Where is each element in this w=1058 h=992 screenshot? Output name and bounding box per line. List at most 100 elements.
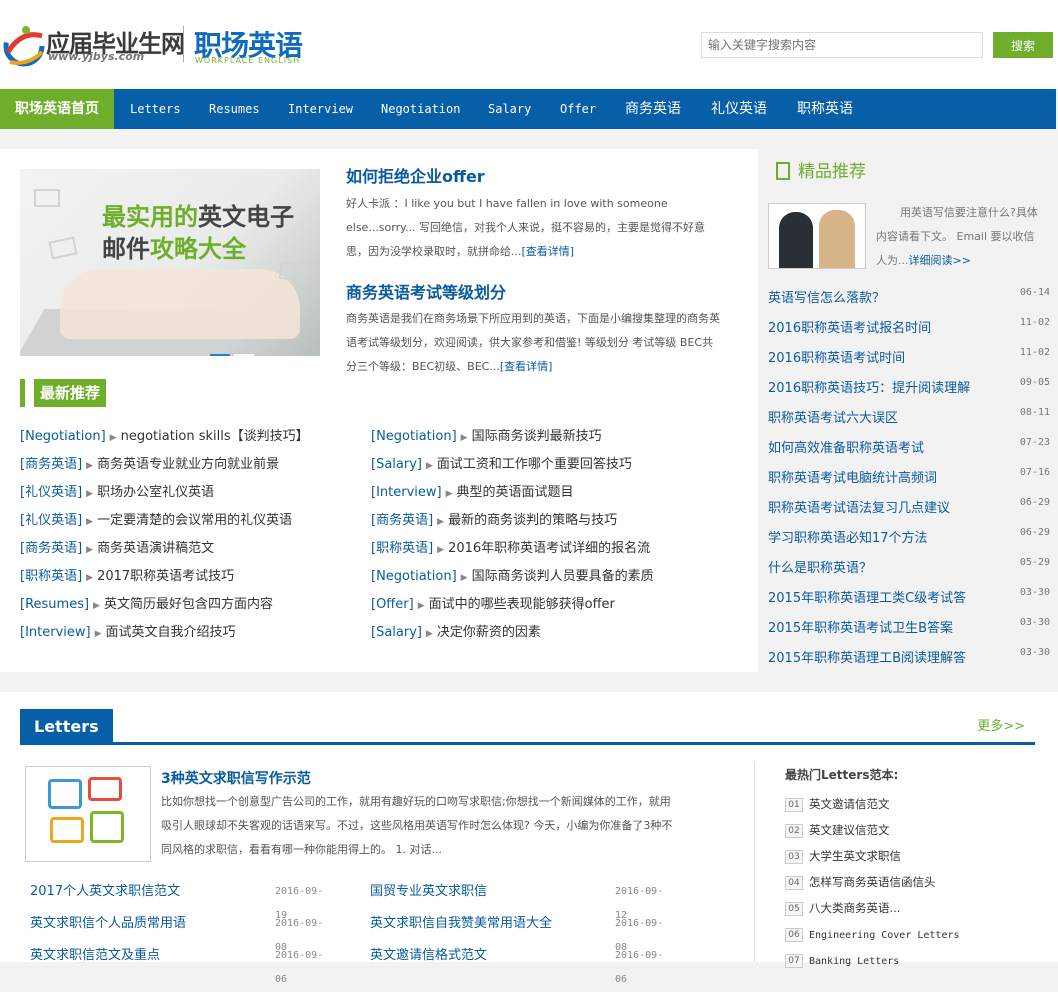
featured-article-title[interactable]: 如何拒绝企业offer [346, 163, 485, 187]
detail-read-link[interactable]: 详细阅读>> [909, 254, 971, 267]
list-item[interactable]: [职称英语] ▶ 2017职称英语考试技巧 [20, 563, 309, 591]
chat-bubble-icon [48, 779, 82, 809]
logo-swirl-icon [3, 25, 45, 67]
list-item[interactable]: 06 Engineering Cover Letters [785, 922, 1045, 948]
letters-header: Letters 更多>> [20, 709, 1035, 745]
list-item[interactable]: 如何高效准备职称英语考试 07-23 [768, 433, 1050, 463]
letters-featured-thumbnail[interactable] [25, 766, 151, 862]
list-item[interactable]: [Negotiation] ▶ 国际商务谈判最新技巧 [371, 423, 654, 451]
list-item[interactable]: 英语写信怎么落款？ 06-14 [768, 283, 1050, 313]
banner-dot[interactable] [234, 354, 254, 356]
nav-etiquette-english[interactable]: 礼仪英语 [711, 89, 767, 129]
list-item[interactable]: [Interview] ▶ 典型的英语面试题目 [371, 479, 654, 507]
list-item[interactable]: [Negotiation] ▶ negotiation skills【谈判技巧】 [20, 423, 309, 451]
section-title: Letters [20, 709, 113, 745]
chat-bubble-icon [90, 811, 124, 843]
main-content: 最实用的英文电子 邮件攻略大全 如何拒绝企业offer 好人卡派 ：I like… [0, 149, 758, 672]
search-button[interactable]: 搜索 [993, 32, 1053, 58]
letters-featured-summary: 比如你想找一个创意型广告公司的工作，就用有趣好玩的口吻写求职信;你想找一个新闻媒… [161, 795, 673, 856]
nav-negotiation[interactable]: Negotiation [381, 89, 460, 129]
sidebar-recommended: 精品推荐 用英语写信要注意什么?具体内容请看下文。 Email 要以收信人为..… [758, 149, 1058, 672]
envelope-icon [48, 236, 78, 260]
list-item[interactable]: 国贸专业英文求职信 2016-09-12 [370, 880, 670, 921]
sidebar-header: 精品推荐 [776, 159, 866, 185]
list-item[interactable]: 03 大学生英文求职信 [785, 844, 1045, 870]
arrow-right-icon: ▶ [437, 545, 445, 555]
nav-title-english[interactable]: 职称英语 [797, 89, 853, 129]
nav-business-english[interactable]: 商务英语 [625, 89, 681, 129]
letters-section: Letters 更多>> 3种英文求职信写作示范 比如你想找一个创意型广告公司的… [0, 692, 1058, 985]
list-item[interactable]: 2016职称英语考试时间 11-02 [768, 343, 1050, 373]
column-divider [754, 762, 755, 962]
list-item[interactable]: 05 八大类商务英语... [785, 896, 1045, 922]
list-item[interactable]: [Resumes] ▶ 英文简历最好包含四方面内容 [20, 591, 309, 619]
list-item[interactable]: 英文求职信个人品质常用语 2016-09-08 [30, 912, 330, 953]
arrow-right-icon: ▶ [94, 629, 102, 639]
list-item[interactable]: 学习职称英语必知17个方法 06-29 [768, 523, 1050, 553]
nav-salary[interactable]: Salary [488, 89, 531, 129]
list-item[interactable]: 2017个人英文求职信范文 2016-09-19 [30, 880, 330, 921]
site-logo[interactable]: 应届毕业生网 www.yjbys.com 职场英语 WORKPLACE ENGL… [2, 22, 314, 68]
list-item[interactable]: 2016职称英语技巧：提升阅读理解 09-05 [768, 373, 1050, 403]
arrow-right-icon: ▶ [93, 601, 100, 611]
list-item[interactable]: [职称英语] ▶ 2016年职称英语考试详细的报名流 [371, 535, 654, 563]
list-item[interactable]: 职称英语考试电脑统计高频词 07-16 [768, 463, 1050, 493]
list-item[interactable]: 职称英语考试语法复习几点建议 06-29 [768, 493, 1050, 523]
person-image [779, 212, 813, 268]
list-item[interactable]: [Offer] ▶ 面试中的哪些表现能够获得offer [371, 591, 654, 619]
banner-dot-active[interactable] [210, 354, 230, 356]
list-item[interactable]: [商务英语] ▶ 商务英语演讲稿范文 [20, 535, 309, 563]
list-item[interactable]: [Negotiation] ▶ 国际商务谈判人员要具备的素质 [371, 563, 654, 591]
featured-article-title[interactable]: 商务英语考试等级划分 [346, 279, 506, 303]
arrow-right-icon: ▶ [86, 517, 94, 527]
list-item[interactable]: [礼仪英语] ▶ 职场办公室礼仪英语 [20, 479, 309, 507]
list-item[interactable]: 02 英文建议信范文 [785, 818, 1045, 844]
logo-url: www.yjbys.com [48, 50, 145, 63]
list-item[interactable]: [Salary] ▶ 决定你薪资的因素 [371, 619, 654, 647]
list-item[interactable]: [Interview] ▶ 面试英文自我介绍技巧 [20, 619, 309, 647]
list-item[interactable]: 04 怎样写商务英语信函信头 [785, 870, 1045, 896]
nav-home[interactable]: 职场英语首页 [0, 89, 114, 129]
list-item[interactable]: [Salary] ▶ 面试工资和工作哪个重要回答技巧 [371, 451, 654, 479]
sidebar-thumbnail[interactable] [768, 203, 866, 269]
list-item[interactable]: 2015年职称英语理工类C级考试答 03-30 [768, 583, 1050, 613]
read-more-link[interactable]: [查看详情] [500, 360, 553, 373]
list-item[interactable]: [商务英语] ▶ 最新的商务谈判的策略与技巧 [371, 507, 654, 535]
featured-article-summary: 好人卡派 ：I like you but I have fallen in lo… [346, 197, 706, 258]
search-input[interactable] [701, 32, 983, 58]
arrow-right-icon: ▶ [425, 629, 433, 639]
list-item[interactable]: 2016职称英语考试报名时间 11-02 [768, 313, 1050, 343]
arrow-right-icon: ▶ [109, 433, 117, 443]
list-item[interactable]: 2015年职称英语考试卫生B答案 03-30 [768, 613, 1050, 643]
list-item[interactable]: 英文邀请信格式范文 2016-09-06 [370, 944, 670, 985]
site-header: 应届毕业生网 www.yjbys.com 职场英语 WORKPLACE ENGL… [0, 0, 1058, 89]
list-item[interactable]: 英文求职信范文及重点 2016-09-06 [30, 944, 330, 985]
more-link[interactable]: 更多>> [977, 715, 1025, 734]
arrow-right-icon: ▶ [460, 433, 468, 443]
nav-resumes[interactable]: Resumes [209, 89, 260, 129]
list-item[interactable]: 职称英语考试六大误区 08-11 [768, 403, 1050, 433]
arrow-right-icon: ▶ [460, 573, 468, 583]
banner-slideshow[interactable]: 最实用的英文电子 邮件攻略大全 [20, 169, 320, 356]
nav-interview[interactable]: Interview [288, 89, 353, 129]
list-item[interactable]: 2015年职称英语理工B阅读理解答 03-30 [768, 643, 1050, 673]
list-item[interactable]: 英文求职信自我赞美常用语大全 2016-09-08 [370, 912, 670, 953]
read-more-link[interactable]: [查看详情] [522, 245, 575, 258]
arrow-right-icon: ▶ [425, 461, 433, 471]
nav-offer[interactable]: Offer [560, 89, 596, 129]
arrow-right-icon: ▶ [86, 573, 94, 583]
nav-letters[interactable]: Letters [130, 89, 181, 129]
hot-letters-title: 最热门Letters范本: [785, 768, 899, 782]
banner-pager [210, 343, 258, 356]
list-item[interactable]: 01 英文邀请信范文 [785, 792, 1045, 818]
letters-featured-title[interactable]: 3种英文求职信写作示范 [161, 768, 311, 788]
arrow-right-icon: ▶ [86, 461, 94, 471]
latest-list-left: [Negotiation] ▶ negotiation skills【谈判技巧】 [… [20, 423, 309, 647]
banner-hand-graphic [60, 269, 300, 339]
list-item[interactable]: [商务英语] ▶ 商务英语专业就业方向就业前景 [20, 451, 309, 479]
hot-letters-list: 01 英文邀请信范文 02 英文建议信范文 03 大学生英文求职信 04 怎样写商务英语… [785, 792, 1045, 974]
list-item[interactable]: 什么是职称英语？ 05-29 [768, 553, 1050, 583]
arrow-right-icon: ▶ [86, 489, 94, 499]
list-item[interactable]: 07 Banking Letters [785, 948, 1045, 974]
list-item[interactable]: [礼仪英语] ▶ 一定要清楚的会议常用的礼仪英语 [20, 507, 309, 535]
